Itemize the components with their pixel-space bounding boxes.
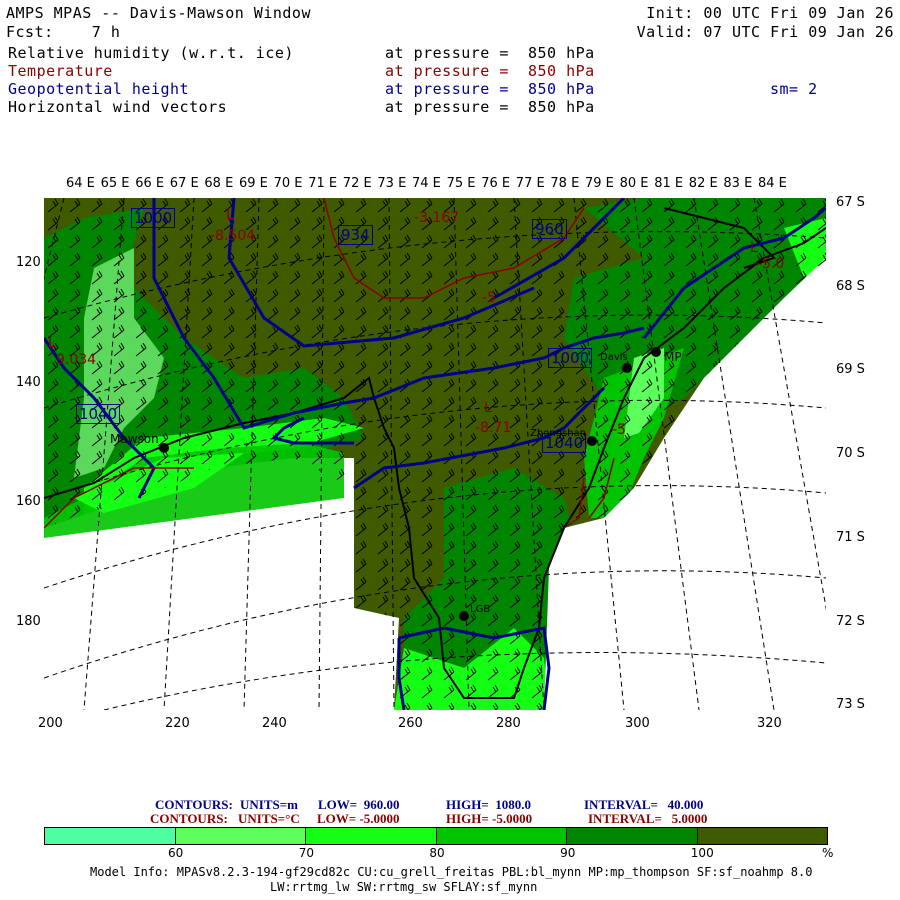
x-tick-label: 280 xyxy=(496,716,521,731)
field-rh-name: Relative humidity (w.r.t. ice) xyxy=(8,44,294,62)
colorbar-swatch xyxy=(175,828,306,844)
smoothing-label: sm= 2 xyxy=(770,80,818,98)
longitude-label: 66 E xyxy=(135,176,165,191)
height-label: 1040 xyxy=(76,404,121,424)
height-label: 1000 xyxy=(131,208,176,228)
field-wind-level: at pressure = 850 hPa xyxy=(385,98,595,116)
temp-interval: INTERVAL= 5.0000 xyxy=(588,811,708,826)
field-height-level: at pressure = 850 hPa xyxy=(385,80,595,98)
longitude-label: 78 E xyxy=(550,176,580,191)
longitude-label: 69 E xyxy=(239,176,268,191)
colorbar-swatch xyxy=(45,828,176,844)
init-time: Init: 00 UTC Fri 09 Jan 26 xyxy=(646,4,894,22)
field-height-name: Geopotential height xyxy=(8,80,190,98)
temp-label: -8.504 xyxy=(210,228,256,244)
field-rh-level: at pressure = 850 hPa xyxy=(385,44,595,62)
temp-low-marker: L xyxy=(750,240,758,256)
latitude-label: 67 S xyxy=(836,195,865,210)
longitude-label: 71 E xyxy=(308,176,338,191)
height-label: 934 xyxy=(338,225,373,245)
latitude-label: 69 S xyxy=(836,362,865,378)
latitude-label: 70 S xyxy=(836,446,865,462)
colorbar-label: 60 xyxy=(168,846,184,860)
plot-title: AMPS MPAS -- Davis-Mawson Window xyxy=(6,4,311,22)
latitude-label: 73 S xyxy=(836,697,865,713)
longitude-label: 76 E xyxy=(481,176,511,191)
longitude-label: 65 E xyxy=(100,176,130,191)
amps-plot: AMPS MPAS -- Davis-Mawson Window Fcst: 7… xyxy=(0,0,900,900)
longitude-label: 64 E xyxy=(66,176,95,191)
x-tick-label: 220 xyxy=(165,716,190,731)
latitude-label: 71 S xyxy=(836,529,865,545)
map-panel xyxy=(44,198,826,710)
longitude-label: 72 E xyxy=(342,176,372,191)
temp-high: HIGH= -5.0000 xyxy=(446,811,533,826)
temp-low-marker: L xyxy=(226,207,234,223)
longitude-label: 84 E xyxy=(758,176,787,191)
x-tick-label: 260 xyxy=(398,716,423,731)
colorbar-label: 90 xyxy=(560,846,576,860)
longitude-label: 82 E xyxy=(688,176,718,191)
colorbar-label: 100 xyxy=(690,846,714,860)
field-temp-level: at pressure = 850 hPa xyxy=(385,62,595,80)
longitude-label: 77 E xyxy=(515,176,545,191)
longitude-label: 81 E xyxy=(654,176,684,191)
temp-label: -5.0 xyxy=(757,256,785,272)
station-davis: Davis xyxy=(600,352,628,363)
colorbar-label: 80 xyxy=(429,846,445,860)
temp-label: -3.167 xyxy=(414,210,460,226)
forecast-hour: Fcst: 7 h xyxy=(6,23,121,41)
model-info: Model Info: MPASv8.2.3-194-gf29cd82c CU:… xyxy=(90,865,813,879)
temp-units: UNITS=°C xyxy=(238,811,300,826)
colorbar-swatch xyxy=(697,828,827,844)
temp-label: -5 xyxy=(612,422,626,438)
temp-low: LOW= -5.0000 xyxy=(317,811,400,826)
latitude-label: 72 S xyxy=(836,613,865,629)
x-tick-label: 320 xyxy=(757,716,782,731)
longitude-label: 75 E xyxy=(446,176,476,191)
longitude-label: 79 E xyxy=(585,176,614,191)
y-tick-label: 160 xyxy=(16,494,41,509)
temp-low-marker: L xyxy=(484,400,492,416)
colorbar-label: % xyxy=(822,846,834,860)
longitude-label: 80 E xyxy=(619,176,649,191)
x-tick-label: 240 xyxy=(262,716,287,731)
colorbar-swatch xyxy=(306,828,437,844)
colorbar-label: 70 xyxy=(298,846,314,860)
temp-label: -5 xyxy=(482,290,496,306)
colorbar-swatch xyxy=(436,828,567,844)
temp-label: -8.71 xyxy=(475,420,512,436)
longitude-label: 83 E xyxy=(723,176,753,191)
longitude-label: 68 E xyxy=(204,176,234,191)
x-tick-label: 300 xyxy=(625,716,650,731)
model-physics: LW:rrtmg_lw SW:rrtmg_sw SFLAY:sf_mynn xyxy=(270,880,538,894)
valid-time: Valid: 07 UTC Fri 09 Jan 26 xyxy=(636,23,894,41)
y-tick-label: 180 xyxy=(16,613,41,629)
height-label: 960 xyxy=(532,219,567,239)
y-tick-label: 140 xyxy=(16,374,41,390)
field-wind-name: Horizontal wind vectors xyxy=(8,98,228,116)
station-lgb: LGB xyxy=(470,604,491,615)
rh-colorbar xyxy=(44,827,828,845)
y-tick-label: 120 xyxy=(16,255,41,270)
longitude-label: 74 E xyxy=(412,176,441,191)
temp-label: 9.034 xyxy=(56,352,97,368)
temp-low-marker: L xyxy=(48,335,56,351)
field-temp-name: Temperature xyxy=(8,62,113,80)
latitude-label: 68 S xyxy=(836,278,865,294)
station-mawson: Mawson xyxy=(110,432,159,446)
station-zhongshan: Zhongshan xyxy=(530,428,587,439)
x-tick-label: 200 xyxy=(38,716,63,731)
longitude-label: 70 E xyxy=(273,176,303,191)
station-mp: MP xyxy=(664,350,682,364)
longitude-label: 73 E xyxy=(377,176,407,191)
longitude-label: 67 E xyxy=(169,176,199,191)
height-label: 1000 xyxy=(548,348,593,368)
colorbar-swatch xyxy=(567,828,698,844)
temp-contours-label: CONTOURS: xyxy=(150,811,228,826)
